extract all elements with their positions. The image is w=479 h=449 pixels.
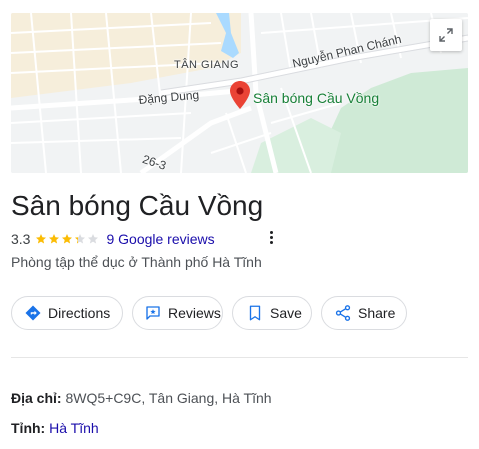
expand-diagonal-icon <box>439 28 453 42</box>
more-options-button[interactable] <box>265 228 277 246</box>
address-label: Địa chỉ: <box>11 390 62 406</box>
place-title: Sân bóng Cầu Vồng <box>11 190 264 221</box>
expand-map-button[interactable] <box>430 19 462 51</box>
place-category: Phòng tập thể dục ở Thành phố Hà Tĩnh <box>11 254 262 270</box>
address-value: 8WQ5+C9C, Tân Giang, Hà Tĩnh <box>65 390 272 406</box>
reviews-icon <box>146 306 160 320</box>
dot-icon <box>269 240 273 244</box>
star-icon <box>36 234 47 244</box>
map-preview[interactable]: TÂN GIANG Nguyễn Phan Chánh Đặng Dung 26… <box>11 13 468 173</box>
reviews-button[interactable]: Reviews <box>132 296 223 330</box>
star-icon <box>88 234 99 244</box>
map-pin-icon[interactable] <box>230 81 250 109</box>
dot-icon <box>269 230 273 234</box>
address-row: Địa chỉ: 8WQ5+C9C, Tân Giang, Hà Tĩnh <box>11 390 272 406</box>
province-label: Tỉnh: <box>11 420 46 436</box>
rating-value: 3.3 <box>11 231 31 247</box>
map-place-label[interactable]: Sân bóng Cầu Vồng <box>253 90 379 106</box>
section-divider <box>11 357 468 358</box>
star-icon <box>49 234 60 244</box>
share-button[interactable]: Share <box>321 296 407 330</box>
rating-row: 3.3 9 Google reviews <box>11 230 215 248</box>
star-rating <box>35 233 100 245</box>
star-icon <box>62 234 73 244</box>
dot-icon <box>269 235 273 239</box>
google-reviews-link[interactable]: 9 Google reviews <box>106 231 214 247</box>
province-row: Tỉnh: Hà Tĩnh <box>11 420 99 436</box>
directions-button[interactable]: Directions <box>11 296 123 330</box>
action-buttons: Directions Reviews Save Share <box>11 296 416 330</box>
directions-label: Directions <box>48 305 111 321</box>
share-label: Share <box>358 305 396 321</box>
share-icon <box>335 305 351 321</box>
directions-icon <box>25 305 41 321</box>
province-link[interactable]: Hà Tĩnh <box>49 420 99 436</box>
save-button[interactable]: Save <box>232 296 312 330</box>
map-label-tan-giang: TÂN GIANG <box>174 59 240 71</box>
reviews-label: Reviews <box>168 305 221 321</box>
save-label: Save <box>270 305 302 321</box>
star-icon <box>75 234 86 244</box>
bookmark-icon <box>249 305 261 321</box>
